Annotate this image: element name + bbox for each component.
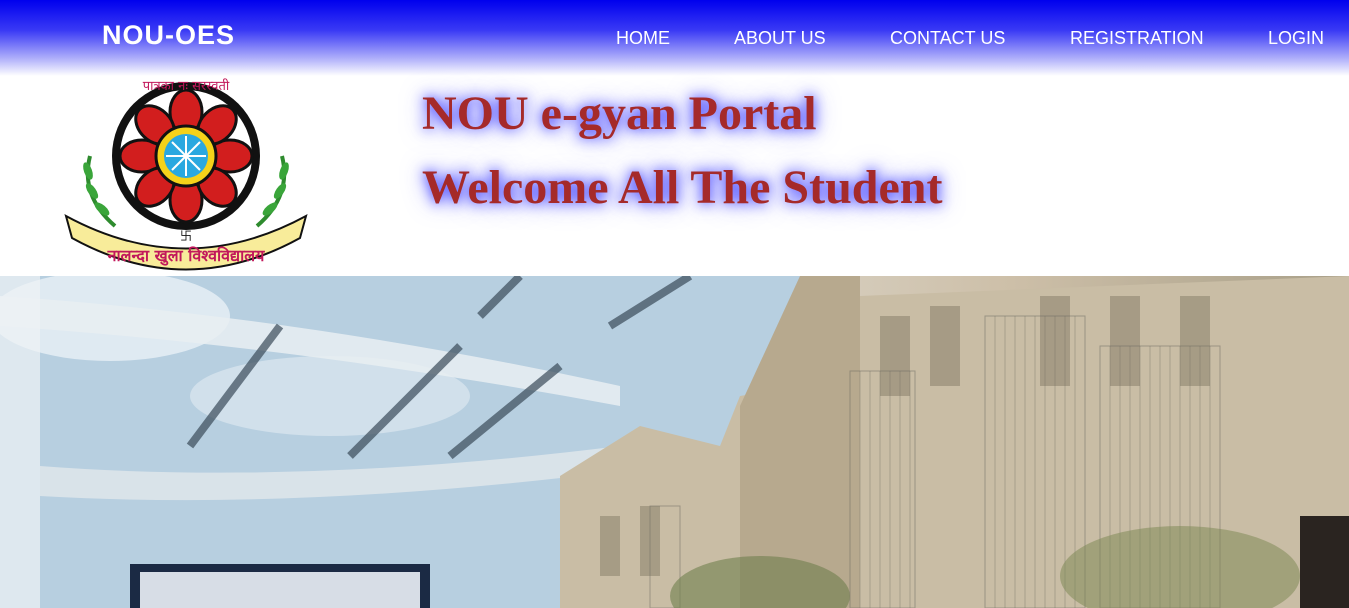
nav-contact-us[interactable]: CONTACT US [890, 28, 1005, 49]
logo-banner-text: नालन्दा खुला विश्वविद्यालय [107, 246, 265, 265]
campus-collage-icon [0, 276, 1349, 608]
campus-collage-image [0, 276, 1349, 608]
brand-title[interactable]: NOU-OES [102, 20, 235, 51]
university-logo: पात्रका नः सरस्वती 卐 नालन्दा खुला विश्वव… [60, 76, 312, 276]
welcome-subtitle: Welcome All The Student [422, 161, 943, 214]
top-navbar: NOU-OES HOME ABOUT US CONTACT US REGISTR… [0, 0, 1349, 76]
portal-title: NOU e-gyan Portal [422, 87, 817, 140]
nav-login[interactable]: LOGIN [1268, 28, 1324, 49]
nav-home[interactable]: HOME [616, 28, 670, 49]
nav-registration[interactable]: REGISTRATION [1070, 28, 1204, 49]
nav-about-us[interactable]: ABOUT US [734, 28, 826, 49]
logo-motto: पात्रका नः सरस्वती [142, 79, 230, 94]
svg-text:卐: 卐 [180, 229, 192, 243]
